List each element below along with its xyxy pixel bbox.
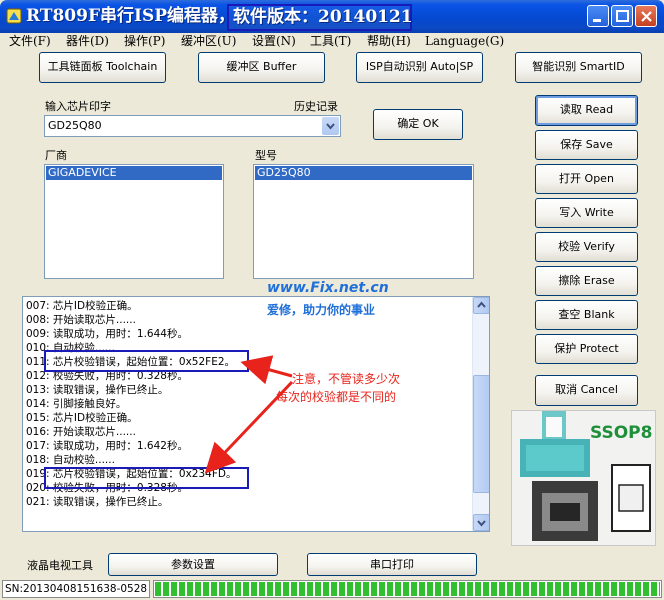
scroll-thumb[interactable] bbox=[473, 375, 489, 493]
highlight-box-first-error bbox=[44, 350, 249, 372]
chip-input-label: 输入芯片印字 bbox=[45, 100, 111, 113]
ok-button[interactable]: 确定 OK bbox=[373, 109, 463, 140]
cancel-button[interactable]: 取消 Cancel bbox=[535, 375, 638, 406]
highlight-box-second-error bbox=[44, 467, 249, 489]
chevron-down-icon bbox=[326, 123, 335, 130]
log-line: 015: 芯片ID校验正确。 bbox=[26, 412, 138, 424]
scroll-down-button[interactable] bbox=[473, 514, 489, 531]
menu-buffer[interactable]: 缓冲区(U) bbox=[181, 34, 236, 49]
verify-button[interactable]: 校验 Verify bbox=[535, 232, 638, 262]
log-line: 007: 芯片ID校验正确。 bbox=[26, 300, 138, 312]
lcd-tools-label: 液晶电视工具 bbox=[27, 559, 93, 572]
log-line: 021: 读取错误，操作已终止。 bbox=[26, 496, 169, 508]
log-scrollbar[interactable] bbox=[472, 297, 489, 531]
protect-button[interactable]: 保护 Protect bbox=[535, 334, 638, 364]
buffer-button[interactable]: 缓冲区 Buffer bbox=[198, 52, 325, 83]
open-button[interactable]: 打开 Open bbox=[535, 164, 638, 194]
annotation-line-1: 注意，不管读多少次 bbox=[292, 372, 401, 386]
menu-settings[interactable]: 设置(N) bbox=[252, 34, 296, 49]
menu-device[interactable]: 器件(D) bbox=[66, 34, 109, 49]
menu-file[interactable]: 文件(F) bbox=[9, 34, 51, 49]
vendor-list[interactable]: GIGADEVICE bbox=[44, 164, 224, 279]
blank-button[interactable]: 查空 Blank bbox=[535, 300, 638, 330]
annotation-line-2: 每次的校验都是不同的 bbox=[276, 390, 397, 404]
menu-language[interactable]: Language(G) bbox=[425, 34, 504, 49]
history-label: 历史记录 bbox=[294, 100, 338, 113]
window-title: RT809F串行ISP编程器， bbox=[26, 6, 236, 26]
vendor-selected-item[interactable]: GIGADEVICE bbox=[46, 166, 222, 180]
maximize-icon bbox=[616, 10, 629, 22]
erase-button[interactable]: 擦除 Erase bbox=[535, 266, 638, 296]
progress-fill bbox=[155, 582, 660, 596]
model-list[interactable]: GD25Q80 bbox=[253, 164, 474, 279]
write-button[interactable]: 写入 Write bbox=[535, 198, 638, 228]
smart-id-button[interactable]: 智能识别 SmartID bbox=[515, 52, 642, 83]
minimize-icon bbox=[593, 19, 601, 22]
log-line: 009: 读取成功，用时：1.644秒。 bbox=[26, 328, 188, 340]
params-button[interactable]: 参数设置 bbox=[108, 553, 278, 576]
chevron-down-icon bbox=[477, 520, 486, 527]
scroll-up-button[interactable] bbox=[473, 297, 489, 314]
menu-help[interactable]: 帮助(H) bbox=[367, 34, 411, 49]
chip-input-value: GD25Q80 bbox=[48, 119, 102, 132]
serial-number: SN:20130408151638-0528 bbox=[2, 580, 150, 598]
software-version: 软件版本：20140121 bbox=[227, 4, 413, 31]
package-image: SSOP8 bbox=[511, 410, 656, 546]
package-label: SSOP8 bbox=[590, 423, 653, 443]
menu-bar: 文件(F) 器件(D) 操作(P) 缓冲区(U) 设置(N) 工具(T) 帮助(… bbox=[0, 33, 664, 51]
log-line: 014: 引脚接触良好。 bbox=[26, 398, 127, 410]
log-line: 013: 读取错误，操作已终止。 bbox=[26, 384, 169, 396]
history-dropdown[interactable] bbox=[322, 117, 339, 135]
close-button[interactable] bbox=[635, 5, 657, 27]
minimize-button[interactable] bbox=[587, 5, 609, 27]
model-label: 型号 bbox=[255, 149, 277, 162]
serial-print-button[interactable]: 串口打印 bbox=[307, 553, 477, 576]
log-panel[interactable]: 007: 芯片ID校验正确。 008: 开始读取芯片...... 009: 读取… bbox=[22, 296, 490, 532]
log-line: 016: 开始读取芯片...... bbox=[26, 426, 136, 438]
progress-bar bbox=[153, 580, 662, 598]
read-button[interactable]: 读取 Read bbox=[535, 95, 638, 126]
chevron-up-icon bbox=[477, 301, 486, 308]
log-line: 008: 开始读取芯片...... bbox=[26, 314, 136, 326]
menu-tools[interactable]: 工具(T) bbox=[310, 34, 351, 49]
model-selected-item[interactable]: GD25Q80 bbox=[255, 166, 472, 180]
close-icon bbox=[641, 11, 652, 22]
watermark-slogan: 爱修，助力你的事业 bbox=[267, 303, 376, 317]
vendor-label: 厂商 bbox=[45, 149, 67, 162]
toolchain-button[interactable]: 工具链面板 Toolchain bbox=[39, 52, 166, 83]
maximize-button[interactable] bbox=[611, 5, 633, 27]
save-button[interactable]: 保存 Save bbox=[535, 130, 638, 160]
watermark-site: www.Fix.net.cn bbox=[267, 280, 389, 296]
app-icon bbox=[6, 8, 22, 24]
log-line: 017: 读取成功，用时：1.642秒。 bbox=[26, 440, 188, 452]
chip-input[interactable]: GD25Q80 bbox=[44, 115, 341, 137]
log-line: 018: 自动校验...... bbox=[26, 454, 115, 466]
menu-operate[interactable]: 操作(P) bbox=[124, 34, 165, 49]
auto-isp-button[interactable]: ISP自动识别 Auto|SP bbox=[356, 52, 483, 83]
